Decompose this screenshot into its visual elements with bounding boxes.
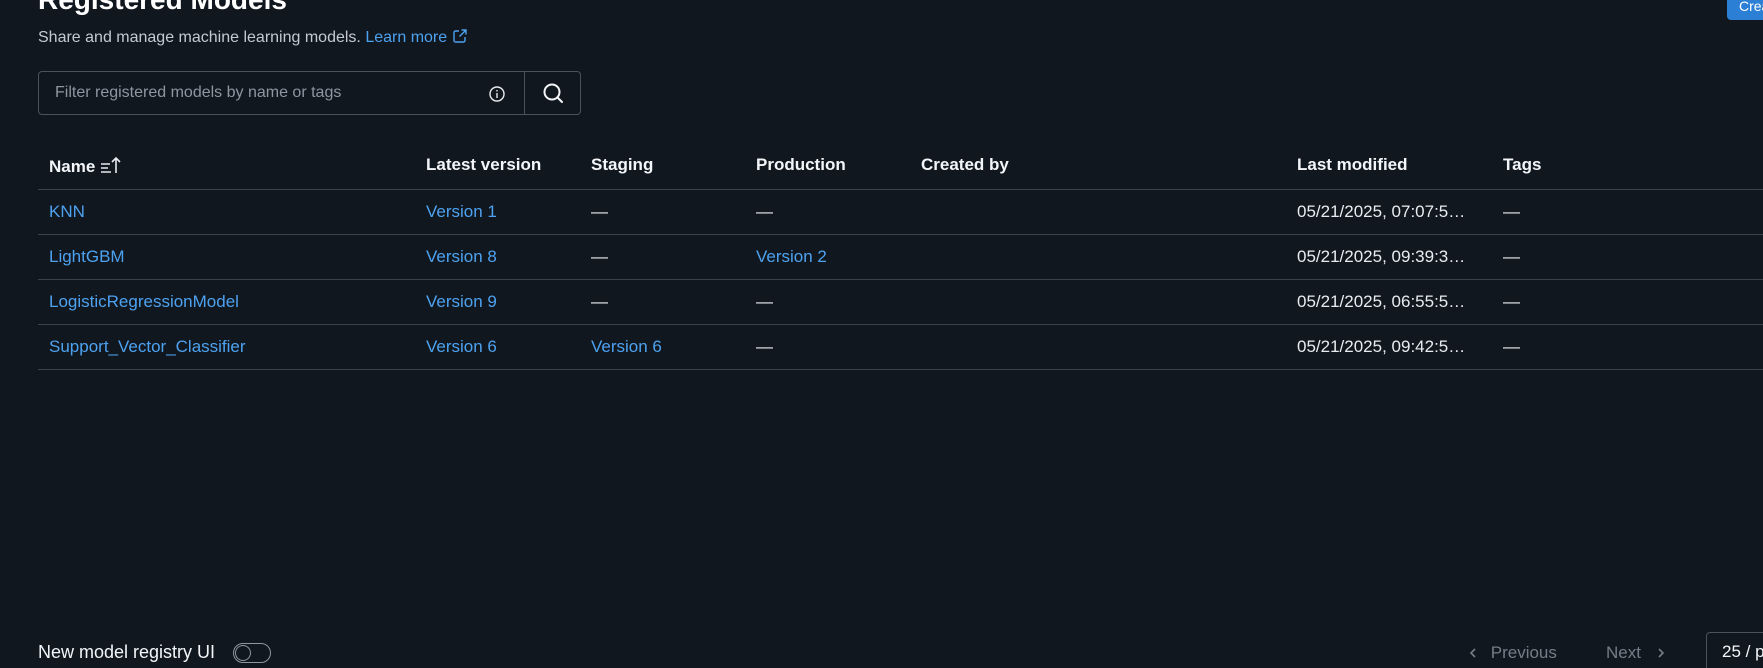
table-row: LogisticRegressionModel Version 9 — — 05… — [38, 280, 1763, 325]
column-header-latest-version: Latest version — [426, 155, 542, 174]
previous-page-button[interactable]: Previous — [1468, 643, 1557, 663]
chevron-right-icon — [1658, 648, 1664, 658]
search-field — [38, 71, 525, 115]
new-registry-ui-toggle[interactable] — [233, 643, 271, 663]
new-registry-ui-label: New model registry UI — [38, 642, 216, 662]
table-row: Support_Vector_Classifier Version 6 Vers… — [38, 325, 1763, 370]
toggle-knob — [235, 645, 251, 661]
staging-value: — — [591, 247, 608, 266]
table-row: KNN Version 1 — — 05/21/2025, 07:07:5… — — [38, 190, 1763, 235]
column-header-name-label: Name — [49, 157, 96, 176]
column-header-name[interactable]: Name — [49, 155, 122, 177]
next-label: Next — [1606, 643, 1641, 662]
production-value: — — [756, 292, 773, 311]
page-title: Registered Models — [38, 0, 287, 14]
create-model-button[interactable]: Create Model — [1727, 0, 1763, 20]
subtitle-text: Share and manage machine learning models… — [38, 29, 361, 46]
search-icon — [543, 83, 563, 103]
learn-more-link[interactable]: Learn more — [365, 29, 468, 46]
last-modified-value: 05/21/2025, 07:07:5… — [1297, 202, 1466, 221]
production-value: — — [756, 202, 773, 221]
search-button[interactable] — [524, 71, 581, 115]
previous-label: Previous — [1490, 643, 1557, 662]
column-header-created-by: Created by — [921, 155, 1009, 174]
tags-value: — — [1503, 202, 1520, 221]
column-header-tags: Tags — [1503, 155, 1542, 174]
staging-value: — — [591, 292, 608, 311]
model-name-link[interactable]: Support_Vector_Classifier — [49, 337, 246, 357]
tags-value: — — [1503, 337, 1520, 356]
page-subtitle: Share and manage machine learning models… — [38, 28, 468, 48]
latest-version-link[interactable]: Version 9 — [426, 292, 497, 312]
latest-version-link[interactable]: Version 8 — [426, 247, 497, 267]
staging-value: — — [591, 202, 608, 221]
model-name-link[interactable]: LightGBM — [49, 247, 125, 267]
registered-models-page: Registered Models Create Model Share and… — [0, 0, 1763, 668]
search-input[interactable] — [39, 72, 479, 114]
learn-more-label: Learn more — [365, 29, 448, 46]
latest-version-link[interactable]: Version 1 — [426, 202, 497, 222]
tags-value: — — [1503, 292, 1520, 311]
table-row: LightGBM Version 8 — Version 2 05/21/202… — [38, 235, 1763, 280]
models-table: Name Latest version Staging Production C… — [38, 145, 1763, 370]
production-value: — — [756, 337, 773, 356]
external-link-icon — [453, 29, 467, 43]
sort-ascending-icon[interactable] — [100, 155, 122, 175]
column-header-staging: Staging — [591, 155, 654, 174]
page-size-select[interactable]: 25 / page — [1706, 632, 1763, 668]
last-modified-value: 05/21/2025, 09:39:3… — [1297, 247, 1466, 266]
production-version-link[interactable]: Version 2 — [756, 247, 827, 267]
column-header-production: Production — [756, 155, 846, 174]
tags-value: — — [1503, 247, 1520, 266]
next-page-button[interactable]: Next — [1606, 643, 1666, 663]
table-header: Name Latest version Staging Production C… — [38, 145, 1763, 190]
latest-version-link[interactable]: Version 6 — [426, 337, 497, 357]
info-icon[interactable] — [488, 85, 506, 103]
chevron-left-icon — [1469, 648, 1476, 658]
column-header-last-modified: Last modified — [1297, 155, 1408, 174]
last-modified-value: 05/21/2025, 06:55:5… — [1297, 292, 1466, 311]
model-name-link[interactable]: LogisticRegressionModel — [49, 292, 239, 312]
model-name-link[interactable]: KNN — [49, 202, 85, 222]
last-modified-value: 05/21/2025, 09:42:5… — [1297, 337, 1466, 356]
staging-version-link[interactable]: Version 6 — [591, 337, 662, 357]
